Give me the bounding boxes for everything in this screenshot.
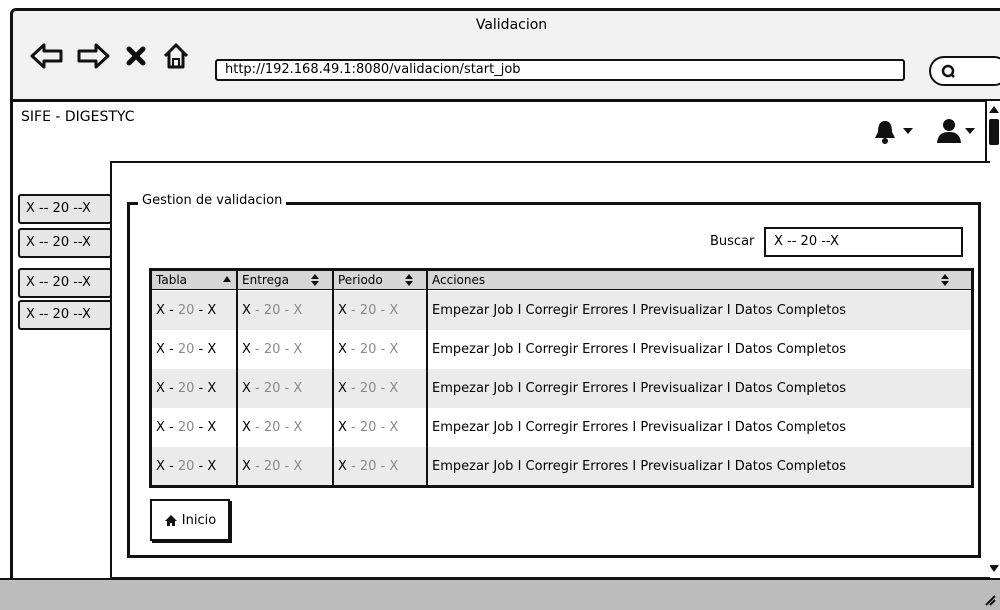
status-bar <box>0 578 1000 610</box>
cell-entrega: X - 20 - X <box>242 342 303 357</box>
cell-acciones[interactable]: Empezar Job I Corregir Errores I Previsu… <box>428 408 846 447</box>
cell-periodo: X - 20 - X <box>338 459 399 474</box>
browser-search-field[interactable] <box>929 56 1000 86</box>
column-header-label: Periodo <box>338 273 383 287</box>
column-header-label: Acciones <box>432 273 486 287</box>
sidebar-item[interactable]: X -- 20 --X <box>18 268 112 298</box>
sidebar-item[interactable]: X -- 20 --X <box>18 194 112 224</box>
back-arrow-icon[interactable] <box>27 41 67 71</box>
home-button-label: Inicio <box>181 512 217 528</box>
table-row: X - 20 - X X - 20 - X X - 20 - X Empezar… <box>152 369 971 408</box>
column-divider <box>332 271 334 485</box>
column-header-entrega[interactable]: Entrega <box>238 271 332 290</box>
cell-periodo: X - 20 - X <box>338 420 399 435</box>
bell-icon[interactable] <box>873 119 919 149</box>
scroll-up-arrow-icon[interactable] <box>988 103 1000 115</box>
search-label: Buscar <box>710 234 755 249</box>
cell-tabla: X - 20 - X <box>156 420 217 435</box>
user-icon[interactable] <box>937 117 979 151</box>
column-header-periodo[interactable]: Periodo <box>334 271 426 290</box>
cell-periodo: X - 20 - X <box>338 342 399 357</box>
column-header-label: Entrega <box>242 273 289 287</box>
cell-acciones[interactable]: Empezar Job I Corregir Errores I Previsu… <box>428 369 846 408</box>
validation-fieldset: Gestion de validacion Buscar X -- 20 --X… <box>127 193 981 558</box>
fieldset-legend: Gestion de validacion <box>138 193 287 208</box>
sort-icon[interactable] <box>404 274 414 286</box>
home-icon[interactable] <box>159 41 193 71</box>
table-row: X - 20 - X X - 20 - X X - 20 - X Empezar… <box>152 447 971 485</box>
column-header-acciones[interactable]: Acciones <box>428 271 971 290</box>
cell-acciones[interactable]: Empezar Job I Corregir Errores I Previsu… <box>428 330 846 369</box>
resize-grip-icon[interactable] <box>982 592 996 606</box>
cell-tabla: X - 20 - X <box>156 342 217 357</box>
column-divider <box>236 271 238 485</box>
table-row: X - 20 - X X - 20 - X X - 20 - X Empezar… <box>152 291 971 330</box>
cell-periodo: X - 20 - X <box>338 303 399 318</box>
cell-tabla: X - 20 - X <box>156 303 217 318</box>
table-row: X - 20 - X X - 20 - X X - 20 - X Empezar… <box>152 408 971 447</box>
search-input[interactable]: X -- 20 --X <box>764 227 963 257</box>
cell-entrega: X - 20 - X <box>242 381 303 396</box>
validation-table: Tabla Entrega Periodo Acciones X - 20 - <box>149 268 974 488</box>
home-button[interactable]: Inicio <box>150 499 230 541</box>
cell-periodo: X - 20 - X <box>338 381 399 396</box>
column-header-label: Tabla <box>156 273 188 287</box>
stop-icon[interactable] <box>123 41 149 71</box>
cell-acciones[interactable]: Empezar Job I Corregir Errores I Previsu… <box>428 291 846 330</box>
sort-ascending-icon[interactable] <box>222 274 232 284</box>
browser-chrome: Validacion http://192.168.49.1:8080/vali… <box>10 8 1000 102</box>
cell-entrega: X - 20 - X <box>242 420 303 435</box>
cell-acciones[interactable]: Empezar Job I Corregir Errores I Previsu… <box>428 447 846 485</box>
sidebar-item[interactable]: X -- 20 --X <box>18 300 112 330</box>
content-panel: Gestion de validacion Buscar X -- 20 --X… <box>110 161 990 579</box>
scroll-thumb[interactable] <box>989 119 999 145</box>
cell-entrega: X - 20 - X <box>242 459 303 474</box>
url-input[interactable]: http://192.168.49.1:8080/validacion/star… <box>215 59 905 81</box>
cell-entrega: X - 20 - X <box>242 303 303 318</box>
table-header: Tabla Entrega Periodo Acciones <box>152 271 971 290</box>
column-divider <box>426 271 428 485</box>
sidebar-item[interactable]: X -- 20 --X <box>18 228 112 258</box>
app-title: SIFE - DIGESTYC <box>21 109 135 125</box>
table-row: X - 20 - X X - 20 - X X - 20 - X Empezar… <box>152 330 971 369</box>
cell-tabla: X - 20 - X <box>156 381 217 396</box>
home-icon <box>164 514 177 526</box>
sort-icon[interactable] <box>940 274 950 286</box>
window-title: Validacion <box>475 17 548 33</box>
cell-tabla: X - 20 - X <box>156 459 217 474</box>
forward-arrow-icon[interactable] <box>73 41 113 71</box>
search-icon <box>941 64 955 78</box>
column-header-tabla[interactable]: Tabla <box>152 271 236 290</box>
sort-icon[interactable] <box>310 274 320 286</box>
